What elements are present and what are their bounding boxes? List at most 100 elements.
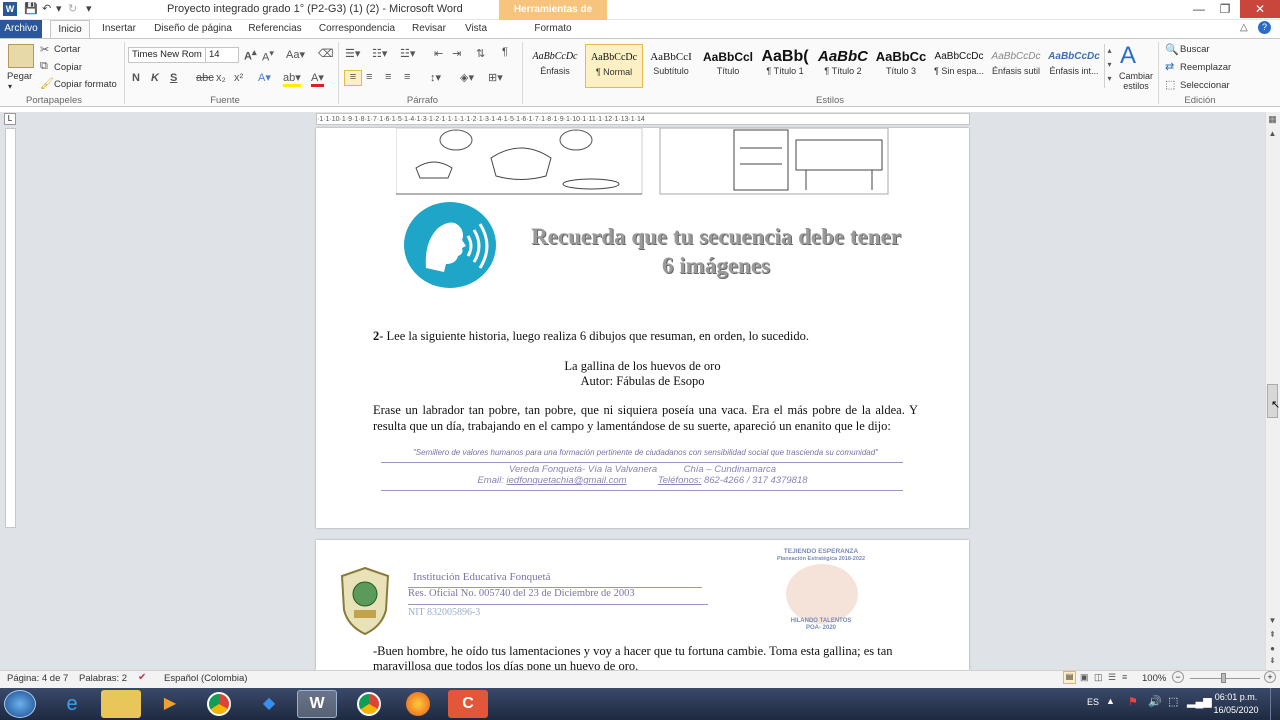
clock-date[interactable]: 16/05/2020 <box>1208 705 1264 715</box>
format-painter-button[interactable]: Copiar formato <box>54 79 117 90</box>
save-icon[interactable]: 💾 <box>24 2 38 15</box>
media-player-icon[interactable]: ▶ <box>150 690 190 718</box>
style-enfasis[interactable]: AaBbCcDc Énfasis <box>526 44 584 88</box>
restore-button[interactable]: ❐ <box>1212 0 1238 18</box>
scroll-up-arrow[interactable]: ▲ <box>1267 129 1278 141</box>
change-styles-icon[interactable]: A <box>1120 42 1136 70</box>
show-desktop-button[interactable] <box>1270 688 1280 720</box>
shrink-font-icon[interactable]: A▾ <box>262 48 274 64</box>
file-explorer-icon[interactable] <box>101 690 141 718</box>
scroll-down-arrow[interactable]: ▼ <box>1267 616 1278 628</box>
font-size-combo[interactable]: 14 <box>205 47 239 63</box>
word-app-icon[interactable]: W <box>3 2 17 16</box>
find-button[interactable]: Buscar <box>1180 44 1210 55</box>
customize-toolbar-icon[interactable]: ▾ <box>86 2 92 15</box>
page[interactable]: Institución Educativa Fonquetá Res. Ofic… <box>316 540 969 670</box>
clear-format-icon[interactable]: ⌫ <box>318 47 334 60</box>
tab-archivo[interactable]: Archivo <box>0 20 42 38</box>
highlight-icon[interactable]: ab▾ <box>283 71 301 87</box>
zoom-out-button[interactable]: − <box>1172 671 1184 683</box>
style-titulo-1[interactable]: AaBb(¶ Título 1 <box>756 44 814 88</box>
draft-view-icon[interactable]: ≡ <box>1122 672 1127 682</box>
tab-referencias[interactable]: Referencias <box>244 20 306 38</box>
style-enfasis-intenso[interactable]: AaBbCcDc Énfasis int... <box>1045 44 1103 88</box>
word-taskbar-icon[interactable]: W <box>297 690 337 718</box>
bullets-icon[interactable]: ☰▾ <box>345 47 360 60</box>
print-layout-view-icon[interactable]: ▤ <box>1063 671 1076 684</box>
replace-button[interactable]: Reemplazar <box>1180 62 1231 73</box>
tab-diseno-pagina[interactable]: Diseño de página <box>150 20 236 38</box>
tab-insertar[interactable]: Insertar <box>96 20 142 38</box>
zoom-in-button[interactable]: + <box>1264 671 1276 683</box>
page-indicator[interactable]: Página: 4 de 7 <box>7 673 68 684</box>
word-count[interactable]: Palabras: 2 <box>79 673 127 684</box>
internet-explorer-icon[interactable]: e <box>52 690 92 718</box>
help-icon[interactable]: ? <box>1258 21 1271 34</box>
underline-icon[interactable]: S <box>170 72 177 84</box>
copy-button[interactable]: Copiar <box>54 62 82 73</box>
paste-dropdown-icon[interactable]: ▾ <box>8 82 12 91</box>
tab-revisar[interactable]: Revisar <box>408 20 450 38</box>
web-layout-view-icon[interactable]: ◫ <box>1094 672 1103 683</box>
text-effects-icon[interactable]: A▾ <box>258 71 271 84</box>
justify-icon[interactable]: ≡ <box>404 71 410 83</box>
undo-icon[interactable]: ↶ <box>42 2 51 15</box>
italic-icon[interactable]: K <box>151 72 159 84</box>
action-center-icon[interactable]: ⚑ <box>1128 695 1138 708</box>
outline-view-icon[interactable]: ☰ <box>1108 672 1116 683</box>
zoom-level[interactable]: 100% <box>1142 673 1166 684</box>
superscript-icon[interactable]: x² <box>234 72 243 84</box>
styles-scroll-icon[interactable]: ▴ ▾ ▾ <box>1104 44 1114 88</box>
network-icon[interactable]: ⬚ <box>1168 695 1178 708</box>
zoom-slider-thumb[interactable] <box>1221 673 1226 683</box>
bold-icon[interactable]: N <box>132 72 140 84</box>
increase-indent-icon[interactable]: ⇥ <box>452 47 461 60</box>
volume-icon[interactable]: 🔊 <box>1148 695 1162 708</box>
proofing-icon[interactable]: ✔ <box>138 672 146 683</box>
line-spacing-icon[interactable]: ↕▾ <box>430 71 441 84</box>
align-right-icon[interactable]: ≡ <box>385 71 391 83</box>
language-indicator[interactable]: Español (Colombia) <box>164 673 247 684</box>
tab-formato[interactable]: Formato <box>526 20 580 38</box>
clock-time[interactable]: 06:01 p.m. <box>1208 692 1264 702</box>
screen-recorder-icon[interactable]: C <box>448 690 488 718</box>
input-language[interactable]: ES <box>1087 697 1099 707</box>
tab-correspondencia[interactable]: Correspondencia <box>314 20 400 38</box>
tab-selector[interactable]: L <box>4 113 16 125</box>
minimize-ribbon-icon[interactable]: △ <box>1240 22 1248 33</box>
paste-icon[interactable] <box>8 44 34 68</box>
multilevel-list-icon[interactable]: ☳▾ <box>400 47 415 60</box>
firefox-icon[interactable] <box>406 692 430 716</box>
full-screen-view-icon[interactable]: ▣ <box>1080 672 1089 683</box>
align-center-icon[interactable]: ≡ <box>366 71 372 83</box>
previous-page-icon[interactable]: ⇞ <box>1267 630 1278 642</box>
shading-icon[interactable]: ◈▾ <box>460 71 474 84</box>
horizontal-ruler[interactable]: ·1·1·10·1·9·1·8·1·7·1·6·1·5·1·4·1·3·1·2·… <box>316 113 970 125</box>
chrome-icon[interactable] <box>207 692 231 716</box>
redo-icon[interactable]: ↻ <box>68 2 77 15</box>
next-page-icon[interactable]: ⇟ <box>1267 656 1278 668</box>
start-button[interactable] <box>4 690 36 718</box>
sort-icon[interactable]: ⇅ <box>476 47 485 60</box>
change-styles-button[interactable]: Cambiar estilos <box>1116 71 1156 91</box>
show-marks-icon[interactable]: ¶ <box>502 46 508 58</box>
strikethrough-icon[interactable]: abc <box>196 72 214 84</box>
borders-icon[interactable]: ⊞▾ <box>488 71 503 84</box>
style-subtitulo[interactable]: AaBbCcI Subtítulo <box>642 44 700 88</box>
footer-email-link[interactable]: iedfonquetachia@gmail.com <box>507 475 627 486</box>
font-color-icon[interactable]: A▾ <box>311 71 324 87</box>
page[interactable]: Recuerda que tu secuencia debe tener 6 i… <box>316 128 969 528</box>
paste-button[interactable]: Pegar <box>7 71 32 82</box>
decrease-indent-icon[interactable]: ⇤ <box>434 47 443 60</box>
align-left-icon[interactable]: ≡ <box>344 70 362 86</box>
numbering-icon[interactable]: ☷▾ <box>372 47 387 60</box>
vertical-ruler[interactable] <box>5 128 16 528</box>
style-titulo-3[interactable]: AaBbCc Título 3 <box>872 44 930 88</box>
dropbox-icon[interactable]: ◆ <box>249 690 289 718</box>
select-button[interactable]: Seleccionar <box>1180 80 1230 91</box>
style-normal[interactable]: AaBbCcDc ¶ Normal <box>585 44 643 88</box>
undo-dropdown-icon[interactable]: ▾ <box>56 2 62 15</box>
subscript-icon[interactable]: x₂ <box>216 72 226 84</box>
style-titulo-2[interactable]: AaBbC ¶ Título 2 <box>814 44 872 88</box>
chrome-window-icon[interactable] <box>357 692 381 716</box>
